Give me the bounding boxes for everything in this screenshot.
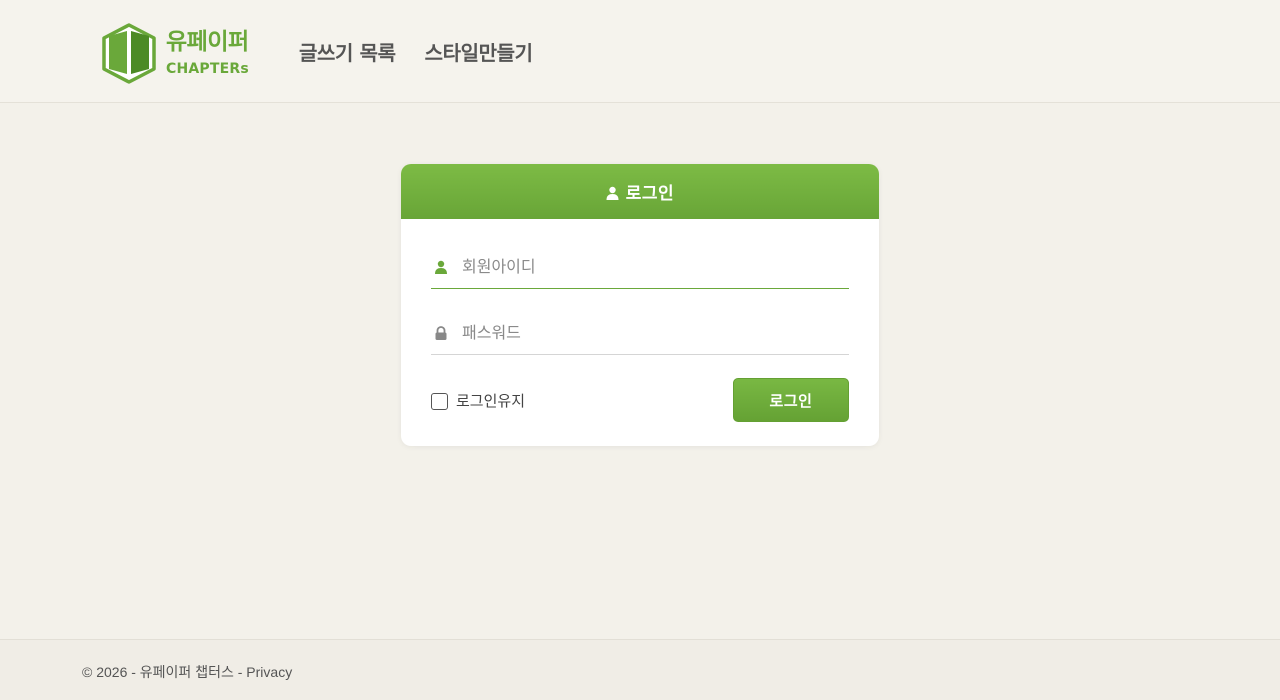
login-card-header: 로그인 <box>401 164 879 219</box>
logo-text: 유페이퍼 CHAPTERs <box>166 29 249 77</box>
password-field-row <box>431 311 849 355</box>
remember-login-label[interactable]: 로그인유지 <box>456 390 525 411</box>
site-footer: © 2026 - 유페이퍼 챕터스 - Privacy <box>0 639 1280 700</box>
nav-style-maker[interactable]: 스타일만들기 <box>425 37 533 66</box>
site-header: 유페이퍼 CHAPTERs 글쓰기 목록 스타일만들기 <box>0 0 1280 103</box>
remember-login-checkbox[interactable] <box>431 393 448 410</box>
user-icon <box>606 186 619 200</box>
footer-copyright: © 2026 - 유페이퍼 챕터스 - <box>82 664 247 680</box>
login-title: 로그인 <box>625 184 675 204</box>
logo-name-en: CHAPTERs <box>166 61 249 77</box>
id-field-row <box>431 245 849 289</box>
main-nav: 글쓰기 목록 스타일만들기 <box>299 37 533 66</box>
site-logo[interactable]: 유페이퍼 CHAPTERs <box>100 22 249 85</box>
lock-icon <box>435 325 447 340</box>
login-card: 로그인 로그인유지 로그인 <box>401 164 879 446</box>
login-button[interactable]: 로그인 <box>733 378 849 422</box>
password-input[interactable] <box>462 317 842 348</box>
privacy-link[interactable]: Privacy <box>246 664 292 680</box>
remember-login: 로그인유지 <box>431 390 525 411</box>
footer-text: © 2026 - 유페이퍼 챕터스 - Privacy <box>82 662 292 682</box>
book-hexagon-logo-icon <box>102 23 156 84</box>
nav-writing-list[interactable]: 글쓰기 목록 <box>299 37 396 66</box>
user-id-input[interactable] <box>462 251 842 282</box>
logo-name-ko: 유페이퍼 <box>166 29 249 55</box>
user-icon <box>435 260 447 274</box>
